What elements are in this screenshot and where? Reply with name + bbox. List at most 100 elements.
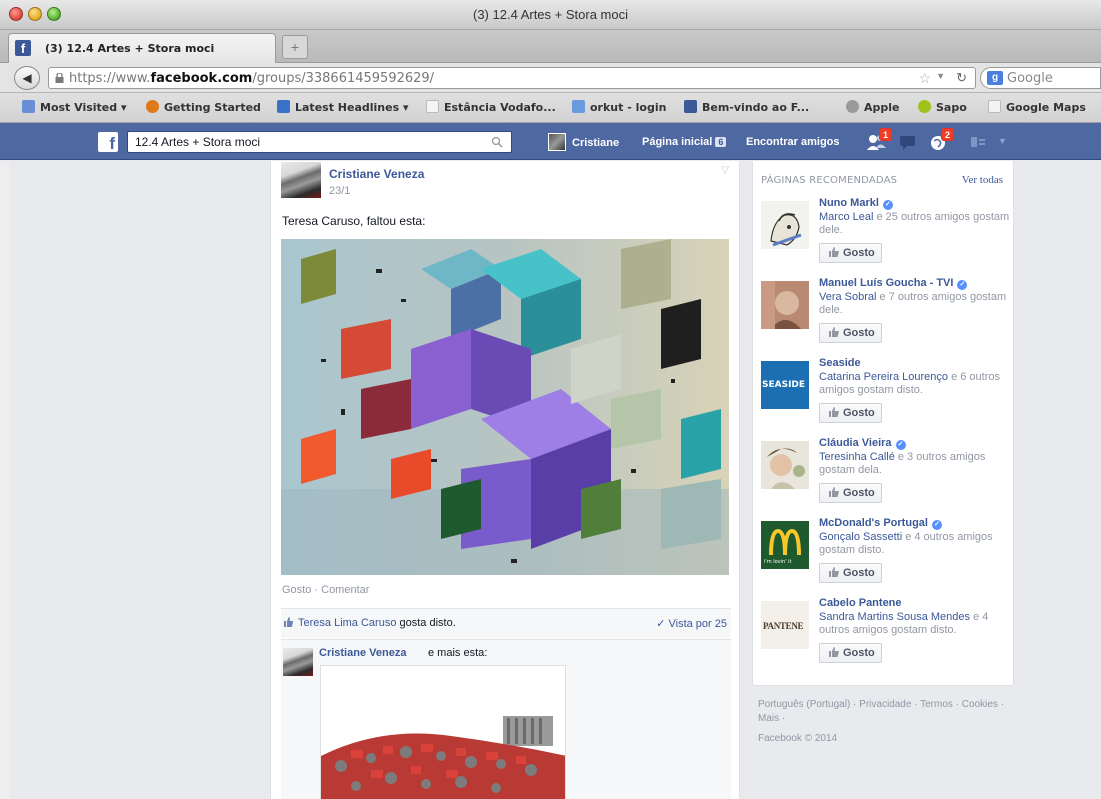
search-bar[interactable]: g Google: [980, 67, 1101, 89]
liker-name-link[interactable]: Teresa Lima Caruso: [298, 617, 396, 629]
friend-requests-jewel[interactable]: 1: [866, 128, 892, 152]
page-name-link[interactable]: McDonald's Portugal ✓: [819, 517, 942, 530]
thumbs-up-icon: [829, 647, 839, 657]
home-link[interactable]: Página inicial 6: [642, 136, 727, 148]
post-actions[interactable]: Gosto · Comentar: [282, 584, 369, 596]
page-footer: Português (Portugal) · Privacidade · Ter…: [758, 698, 1008, 746]
recommended-page-item: Manuel Luís Goucha - TVI ✓ Vera Sobral e …: [761, 277, 1011, 353]
post-author-link[interactable]: Cristiane Veneza: [329, 167, 424, 181]
recommended-pages-title: PÁGINAS RECOMENDADAS: [761, 175, 898, 186]
privacy-shortcuts-icon[interactable]: [970, 135, 986, 149]
url-bar[interactable]: https://www.facebook.com/groups/33866145…: [48, 67, 976, 89]
bookmark-orkut[interactable]: orkut - login: [572, 100, 666, 114]
page-name-link[interactable]: Nuno Markl ✓: [819, 197, 893, 210]
like-page-button[interactable]: Gosto: [819, 323, 882, 343]
group-feed: Cristiane Veneza 23/1 ▽ Teresa Caruso, f…: [270, 161, 740, 799]
bookmark-facebook[interactable]: Bem-vindo ao F...: [684, 100, 809, 114]
page-icon: [988, 100, 1001, 113]
seen-by-link[interactable]: ✓ Vista por 25: [656, 617, 727, 630]
facebook-header: f 12.4 Artes + Stora moci Cristiane Pági…: [0, 123, 1101, 160]
firefox-icon: [146, 100, 159, 113]
like-page-button[interactable]: Gosto: [819, 643, 882, 663]
bookmark-star-icon[interactable]: ☆: [918, 70, 931, 87]
tab-bar: f (3) 12.4 Artes + Stora moci +: [0, 30, 1101, 63]
mural-artwork-image: [281, 239, 729, 575]
avatar[interactable]: [283, 648, 313, 676]
comment-author-link[interactable]: Cristiane Veneza: [319, 647, 406, 659]
notifications-badge: 2: [941, 128, 954, 141]
post-timestamp[interactable]: 23/1: [329, 185, 350, 197]
browser-tab-active[interactable]: f (3) 12.4 Artes + Stora moci: [8, 33, 276, 63]
search-icon[interactable]: [491, 136, 503, 148]
bookmark-most-visited[interactable]: Most Visited ▾: [22, 100, 127, 114]
facebook-logo-icon[interactable]: f: [98, 132, 118, 153]
page-name-link[interactable]: Cabelo Pantene: [819, 597, 902, 609]
page-thumbnail[interactable]: [761, 441, 809, 489]
facebook-search-value: 12.4 Artes + Stora moci: [135, 135, 261, 149]
chevron-down-icon[interactable]: ▽: [721, 165, 729, 176]
red-objects-sculpture-image: [321, 666, 565, 799]
recommended-page-item: SEASIDE Seaside Catarina Pereira Lourenç…: [761, 357, 1011, 433]
mcdonalds-slogan: i'm lovin' it: [764, 559, 792, 565]
page-name-link[interactable]: Seaside: [819, 357, 861, 369]
tab-label: (3) 12.4 Artes + Stora moci: [45, 42, 215, 55]
comment-photo[interactable]: [320, 665, 566, 799]
url-text: https://www.facebook.com/groups/33866145…: [69, 71, 435, 86]
post-text: Teresa Caruso, faltou esta:: [282, 214, 426, 228]
avatar: [548, 133, 566, 151]
notifications-jewel[interactable]: 2: [928, 128, 954, 152]
pantene-logo[interactable]: PANTENE: [761, 601, 809, 649]
navigation-bar: ◀ https://www.facebook.com/groups/338661…: [0, 63, 1101, 93]
messages-jewel[interactable]: [898, 132, 920, 152]
bookmark-estancia-vodafone[interactable]: Estância Vodafo...: [426, 100, 556, 114]
seaside-logo[interactable]: SEASIDE: [761, 361, 809, 409]
comment: Cristiane Veneza e mais esta:: [281, 639, 731, 799]
page-name-link[interactable]: Manuel Luís Goucha - TVI ✓: [819, 277, 968, 290]
bookmark-google-maps[interactable]: Google Maps: [988, 100, 1086, 114]
history-dropdown-icon[interactable]: ▼: [936, 71, 945, 81]
like-page-button[interactable]: Gosto: [819, 563, 882, 583]
bookmark-sapo[interactable]: Sapo: [918, 100, 967, 114]
google-icon: g: [987, 71, 1003, 85]
page-thumbnail[interactable]: [761, 201, 809, 249]
facebook-search-input[interactable]: 12.4 Artes + Stora moci: [127, 131, 512, 153]
verified-badge-icon: ✓: [882, 200, 893, 210]
profile-link[interactable]: Cristiane: [548, 133, 619, 151]
page-friends-text: Gonçalo Sassetti e 4 outros amigos gosta…: [819, 531, 993, 556]
recommended-page-item: i'm lovin' it McDonald's Portugal ✓ Gonça…: [761, 517, 1011, 593]
see-all-link[interactable]: Ver todas: [962, 174, 1003, 186]
find-friends-link[interactable]: Encontrar amigos: [746, 136, 840, 148]
bookmark-apple[interactable]: Apple: [846, 100, 900, 114]
thumbs-up-icon: [829, 567, 839, 577]
seaside-logo-text: SEASIDE: [762, 380, 806, 390]
bookmarks-bar: Most Visited ▾ Getting Started Latest He…: [0, 93, 1101, 123]
post-photo[interactable]: [281, 239, 729, 575]
like-page-button[interactable]: Gosto: [819, 243, 882, 263]
page-friends-text: Catarina Pereira Lourenço e 6 outros ami…: [819, 371, 1001, 396]
reload-icon[interactable]: ↻: [956, 70, 967, 86]
comment-text: e mais esta:: [428, 647, 488, 659]
back-arrow-icon: ◀: [22, 71, 32, 85]
settings-caret-icon[interactable]: ▼: [998, 136, 1007, 146]
new-tab-button[interactable]: +: [282, 35, 308, 59]
like-page-button[interactable]: Gosto: [819, 403, 882, 423]
avatar[interactable]: [281, 162, 321, 198]
mcdonalds-logo[interactable]: i'm lovin' it: [761, 521, 809, 569]
recommended-page-item: Cláudia Vieira ✓ Teresinha Callé e 3 outr…: [761, 437, 1011, 513]
recommended-page-item: PANTENE Cabelo Pantene Sandra Martins So…: [761, 597, 1011, 673]
like-page-button[interactable]: Gosto: [819, 483, 882, 503]
like-summary: Teresa Lima Caruso gosta disto.: [283, 617, 456, 629]
page-name-link[interactable]: Cláudia Vieira ✓: [819, 437, 906, 450]
window-title: (3) 12.4 Artes + Stora moci: [473, 7, 628, 22]
bookmark-getting-started[interactable]: Getting Started: [146, 100, 261, 114]
footer-links[interactable]: Português (Portugal) · Privacidade · Ter…: [758, 699, 1004, 724]
thumbs-up-icon: [829, 407, 839, 417]
most-visited-icon: [22, 100, 35, 113]
page-friends-text: Vera Sobral e 7 outros amigos gostam del…: [819, 291, 1007, 316]
facebook-favicon-icon: f: [15, 40, 31, 56]
verified-badge-icon: ✓: [895, 440, 906, 450]
page-thumbnail[interactable]: [761, 281, 809, 329]
orkut-icon: [572, 100, 585, 113]
back-button[interactable]: ◀: [14, 66, 40, 90]
bookmark-latest-headlines[interactable]: Latest Headlines ▾: [277, 100, 408, 114]
